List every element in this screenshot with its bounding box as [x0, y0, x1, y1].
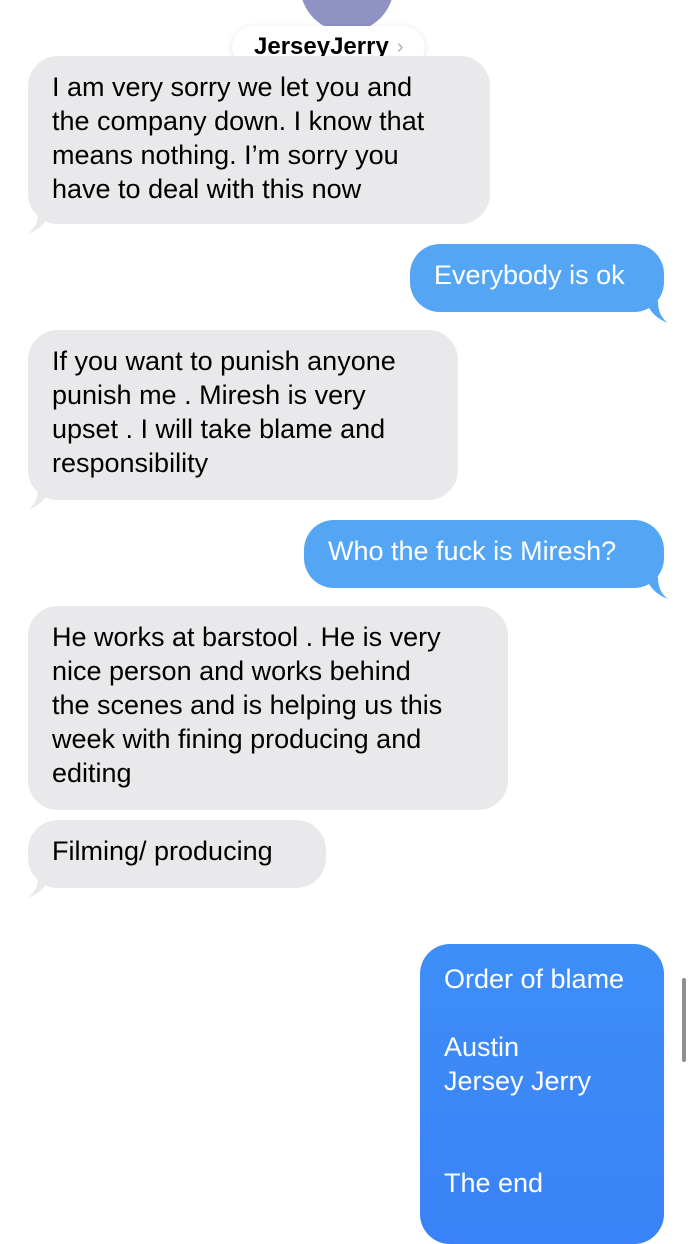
message-bubble-outgoing[interactable]: Everybody is ok: [410, 244, 664, 312]
bubble-tail: [28, 876, 50, 898]
bubble-tail: [646, 301, 668, 323]
message-bubble-incoming[interactable]: Filming/ producing: [28, 820, 326, 888]
message-bubble-outgoing[interactable]: Who the fuck is Miresh?: [304, 520, 664, 588]
message-bubble-incoming[interactable]: If you want to punish anyone punish me .…: [28, 330, 458, 500]
message-bubble-outgoing[interactable]: Order of blame Austin Jersey Jerry The e…: [420, 944, 664, 1244]
bubble-tail: [28, 212, 50, 234]
message-bubble-incoming[interactable]: He works at barstool . He is very nice p…: [28, 606, 508, 810]
bubble-tail: [28, 488, 50, 510]
message-bubble-incoming[interactable]: I am very sorry we let you and the compa…: [28, 56, 490, 224]
scrollbar[interactable]: [682, 978, 686, 1062]
bubble-tail: [646, 577, 668, 599]
